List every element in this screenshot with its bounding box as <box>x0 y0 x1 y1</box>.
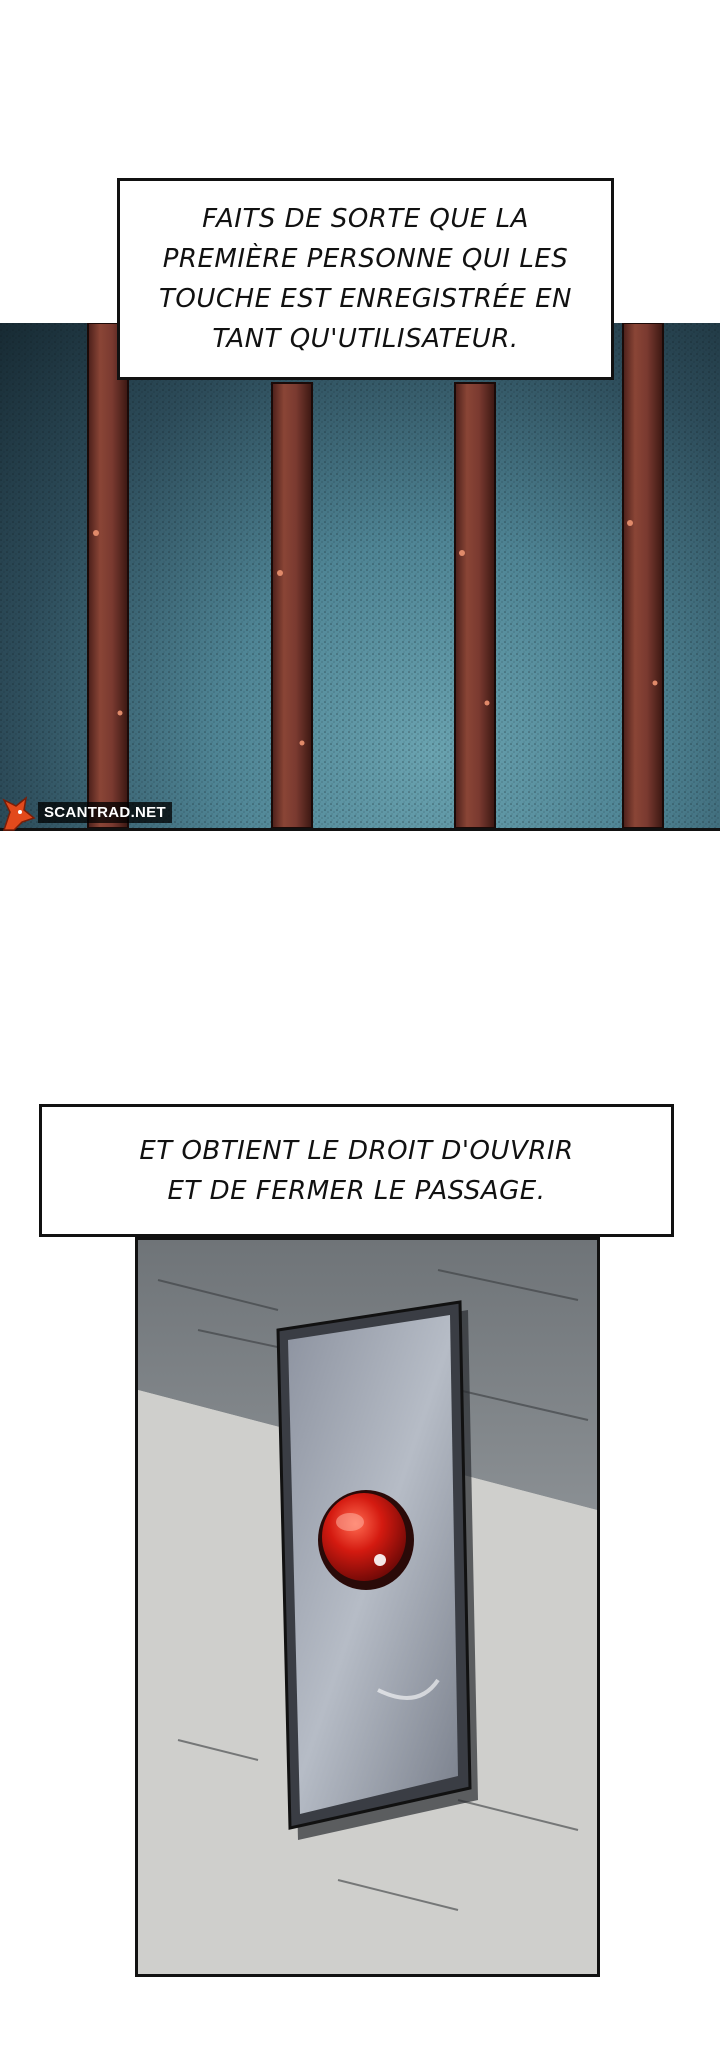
bar-1 <box>87 323 129 828</box>
wall-button-illustration <box>138 1240 597 1974</box>
caption-text-2: ET OBTIENT LE DROIT D'OUVRIR ET DE FERME… <box>139 1135 574 1206</box>
bar-2 <box>271 382 313 828</box>
caption-box-2: ET OBTIENT LE DROIT D'OUVRIR ET DE FERME… <box>39 1104 674 1237</box>
prison-bars-illustration <box>0 323 720 828</box>
wall-button-panel <box>135 1237 600 1977</box>
red-button <box>318 1490 414 1590</box>
prison-bars-panel <box>0 323 720 831</box>
comic-page: FAITS DE SORTE QUE LA PREMIÈRE PERSONNE … <box>0 0 720 2070</box>
fox-logo-icon <box>2 796 36 831</box>
caption-text-1: FAITS DE SORTE QUE LA PREMIÈRE PERSONNE … <box>159 204 572 354</box>
watermark-text: SCANTRAD.NET <box>38 801 172 823</box>
bar-4 <box>622 323 664 828</box>
scantrad-watermark: SCANTRAD.NET <box>0 790 172 834</box>
caption-box-1: FAITS DE SORTE QUE LA PREMIÈRE PERSONNE … <box>117 178 614 380</box>
bar-3 <box>454 382 496 828</box>
